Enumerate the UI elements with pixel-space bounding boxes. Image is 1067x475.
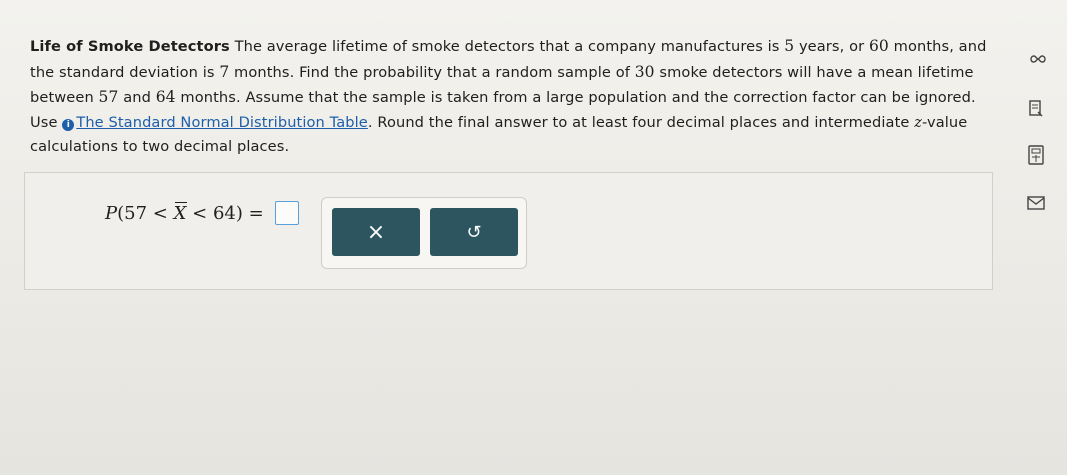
problem-title: Life of Smoke Detectors xyxy=(30,38,230,55)
answer-input[interactable] xyxy=(275,201,300,225)
formula-close-paren: ) xyxy=(235,202,243,224)
formula-equals: = xyxy=(242,202,270,224)
answer-panel: P ( 57 < X < 64 ) = × ↺ xyxy=(24,172,993,290)
close-icon: × xyxy=(366,219,386,245)
normal-table-link[interactable]: The Standard Normal Distribution Table xyxy=(76,114,368,131)
undo-icon: ↺ xyxy=(466,221,482,243)
action-button-group: × ↺ xyxy=(321,197,527,269)
formula-p: P xyxy=(105,202,118,224)
undo-button[interactable]: ↺ xyxy=(430,208,518,256)
problem-text: and xyxy=(118,89,156,106)
formula-low: 57 xyxy=(124,202,148,224)
low-value: 57 xyxy=(98,88,119,106)
formula-open-paren: ( xyxy=(117,202,125,224)
formula-lt: < xyxy=(147,202,174,224)
formula-lt: < xyxy=(186,202,213,224)
problem-text: . Round the final answer to at least fou… xyxy=(367,113,915,131)
problem-text: years, or xyxy=(794,38,869,55)
probability-formula: P ( 57 < X < 64 ) = xyxy=(105,201,300,225)
calculator-icon[interactable] xyxy=(1025,144,1047,166)
notes-icon[interactable] xyxy=(1025,98,1047,120)
high-value: 64 xyxy=(155,88,176,106)
problem-statement: Life of Smoke Detectors The average life… xyxy=(30,34,995,160)
formula-high: 64 xyxy=(212,202,236,224)
sd-value: 7 xyxy=(219,62,230,81)
problem-text: months. Find the probability that a rand… xyxy=(229,63,635,81)
mean-months-value: 60 xyxy=(868,37,889,55)
problem-text: The average lifetime of smoke detectors … xyxy=(229,38,785,55)
clear-button[interactable]: × xyxy=(332,208,420,256)
infinity-icon[interactable] xyxy=(1025,48,1047,70)
mail-icon[interactable] xyxy=(1025,192,1047,214)
sample-size-value: 30 xyxy=(634,62,655,81)
formula-xbar: X xyxy=(173,201,188,224)
z-symbol: z xyxy=(914,113,923,131)
years-value: 5 xyxy=(784,37,795,55)
info-icon[interactable]: i xyxy=(62,118,75,131)
